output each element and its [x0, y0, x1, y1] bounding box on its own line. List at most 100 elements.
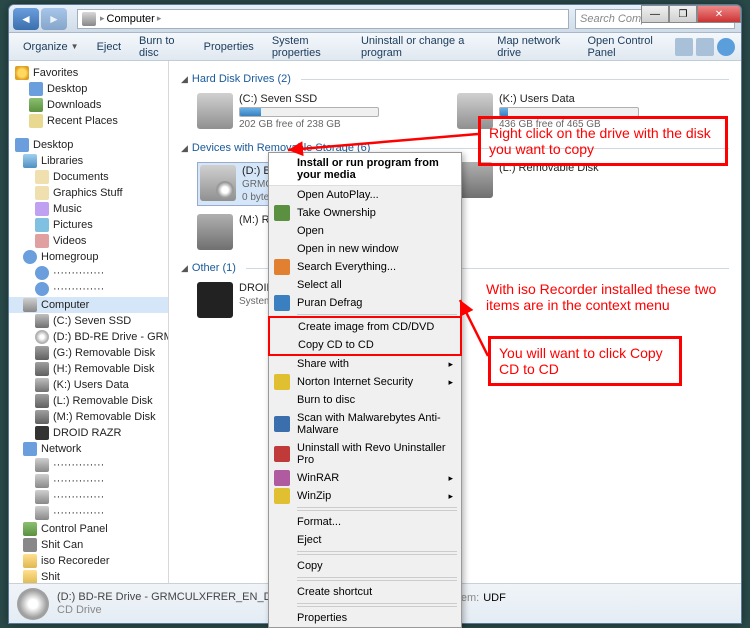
ctx-norton-internet-security[interactable]: Norton Internet Security▸ — [269, 373, 461, 391]
comp-icon — [35, 490, 49, 504]
tree-music[interactable]: Music — [9, 201, 168, 217]
tb-controlpanel[interactable]: Open Control Panel — [579, 32, 673, 62]
tree--k-users-data[interactable]: (K:) Users Data — [9, 377, 168, 393]
ctx-uninstall-with-revo-uninstaller-pro[interactable]: Uninstall with Revo Uninstaller Pro — [269, 439, 461, 469]
ctx-winzip[interactable]: WinZip▸ — [269, 487, 461, 505]
comp-icon — [35, 458, 49, 472]
pic-icon — [35, 218, 49, 232]
ctx-format-[interactable]: Format... — [269, 513, 461, 531]
tree--[interactable]: ·············· — [9, 457, 168, 473]
hg-icon — [35, 282, 49, 296]
view-icon[interactable] — [675, 38, 693, 56]
tree-libraries[interactable]: Libraries — [9, 153, 168, 169]
tree--[interactable]: ·············· — [9, 281, 168, 297]
tree-desktop[interactable]: Desktop — [9, 81, 168, 97]
annotation: Right click on the drive with the disk y… — [478, 116, 728, 166]
maximize-button[interactable]: ❐ — [669, 5, 697, 23]
tree--m-removable-disk[interactable]: (M:) Removable Disk — [9, 409, 168, 425]
tree--h-removable-disk[interactable]: (H:) Removable Disk — [9, 361, 168, 377]
tb-properties[interactable]: Properties — [196, 38, 262, 56]
tree-recent-places[interactable]: Recent Places — [9, 113, 168, 129]
tb-organize[interactable]: Organize▼ — [15, 38, 87, 56]
tree-homegroup[interactable]: Homegroup — [9, 249, 168, 265]
tree--[interactable]: ·············· — [9, 265, 168, 281]
tb-mapdrive[interactable]: Map network drive — [489, 32, 577, 62]
tree-favorites[interactable]: Favorites — [9, 65, 168, 81]
comp-icon — [35, 474, 49, 488]
comp-icon — [23, 298, 37, 312]
tb-burn[interactable]: Burn to disc — [131, 32, 194, 62]
ctx-select-all[interactable]: Select all — [269, 276, 461, 294]
ctx-open-autoplay-[interactable]: Open AutoPlay... — [269, 186, 461, 204]
app-icon — [274, 259, 290, 275]
ctx-burn-to-disc[interactable]: Burn to disc — [269, 391, 461, 409]
tree-downloads[interactable]: Downloads — [9, 97, 168, 113]
ctx-winrar[interactable]: WinRAR▸ — [269, 469, 461, 487]
tree-computer[interactable]: Computer — [9, 297, 168, 313]
ctx-open-in-new-window[interactable]: Open in new window — [269, 240, 461, 258]
back-button[interactable]: ◄ — [13, 8, 39, 30]
nav-tree: FavoritesDesktopDownloadsRecent PlacesDe… — [9, 61, 169, 589]
dl-icon — [29, 98, 43, 112]
hg-icon — [35, 266, 49, 280]
forward-button[interactable]: ► — [41, 8, 67, 30]
tree-shit-can[interactable]: Shit Can — [9, 537, 168, 553]
tree-desktop[interactable]: Desktop — [9, 137, 168, 153]
tree--l-removable-disk[interactable]: (L:) Removable Disk — [9, 393, 168, 409]
tree-control-panel[interactable]: Control Panel — [9, 521, 168, 537]
minimize-button[interactable]: — — [641, 5, 669, 23]
tb-uninstall[interactable]: Uninstall or change a program — [353, 32, 487, 62]
address-bar[interactable]: ▸Computer ▸ — [77, 9, 569, 29]
drive-item[interactable]: (C:) Seven SSD202 GB free of 238 GB — [197, 93, 417, 130]
tree-droid-razr[interactable]: DROID RAZR — [9, 425, 168, 441]
ctx-eject[interactable]: Eject — [269, 531, 461, 549]
tree-network[interactable]: Network — [9, 441, 168, 457]
window-controls: — ❐ ✕ — [641, 5, 741, 23]
ctx-properties[interactable]: Properties — [269, 609, 461, 627]
opt-icon — [200, 165, 236, 201]
hdd-icon — [197, 93, 233, 129]
mus-icon — [35, 202, 49, 216]
tb-eject[interactable]: Eject — [89, 38, 129, 56]
ctx-open[interactable]: Open — [269, 222, 461, 240]
help-icon[interactable] — [717, 38, 735, 56]
ctx-search-everything-[interactable]: Search Everything... — [269, 258, 461, 276]
app-icon — [274, 446, 290, 462]
ctx-header: Install or run program from your media — [269, 153, 461, 186]
usb-icon — [35, 394, 49, 408]
ctx-copy-cd-to-cd[interactable]: Copy CD to CD — [270, 336, 460, 354]
tb-sysprops[interactable]: System properties — [264, 32, 351, 62]
status-type: CD Drive — [57, 604, 287, 616]
app-icon — [274, 470, 290, 486]
tree--d-bd-re-drive-grmculxf[interactable]: (D:) BD-RE Drive - GRMCULXF — [9, 329, 168, 345]
annotation: You will want to click Copy CD to CD — [488, 336, 682, 386]
tree--g-removable-disk[interactable]: (G:) Removable Disk — [9, 345, 168, 361]
tree--c-seven-ssd[interactable]: (C:) Seven SSD — [9, 313, 168, 329]
opt-icon — [35, 330, 49, 344]
tree-documents[interactable]: Documents — [9, 169, 168, 185]
hdd-icon — [35, 314, 49, 328]
tree--[interactable]: ·············· — [9, 473, 168, 489]
breadcrumb-computer[interactable]: Computer — [107, 13, 155, 25]
tree--[interactable]: ·············· — [9, 489, 168, 505]
status-title: (D:) BD-RE Drive - GRMCULXFRER_EN_DVD — [57, 591, 287, 603]
tree-pictures[interactable]: Pictures — [9, 217, 168, 233]
close-button[interactable]: ✕ — [697, 5, 741, 23]
ctx-create-image-from-cd-dvd[interactable]: Create image from CD/DVD — [270, 318, 460, 336]
net-icon — [23, 442, 37, 456]
tree-graphics-stuff[interactable]: Graphics Stuff — [9, 185, 168, 201]
tree-iso-recoreder[interactable]: iso Recoreder — [9, 553, 168, 569]
usb-icon — [35, 410, 49, 424]
ctx-scan-with-malwarebytes-anti-malware[interactable]: Scan with Malwarebytes Anti-Malware — [269, 409, 461, 439]
section-header[interactable]: ◢Hard Disk Drives (2) — [181, 69, 729, 89]
ctx-copy[interactable]: Copy — [269, 557, 461, 575]
drive-item[interactable]: (L:) Removable Disk — [457, 162, 677, 206]
tree-videos[interactable]: Videos — [9, 233, 168, 249]
preview-icon[interactable] — [696, 38, 714, 56]
ctx-take-ownership[interactable]: Take Ownership — [269, 204, 461, 222]
tree--[interactable]: ·············· — [9, 505, 168, 521]
ctx-share-with[interactable]: Share with▸ — [269, 355, 461, 373]
ctx-puran-defrag[interactable]: Puran Defrag — [269, 294, 461, 312]
annotation: With iso Recorder installed these two it… — [478, 275, 732, 319]
ctx-create-shortcut[interactable]: Create shortcut — [269, 583, 461, 601]
